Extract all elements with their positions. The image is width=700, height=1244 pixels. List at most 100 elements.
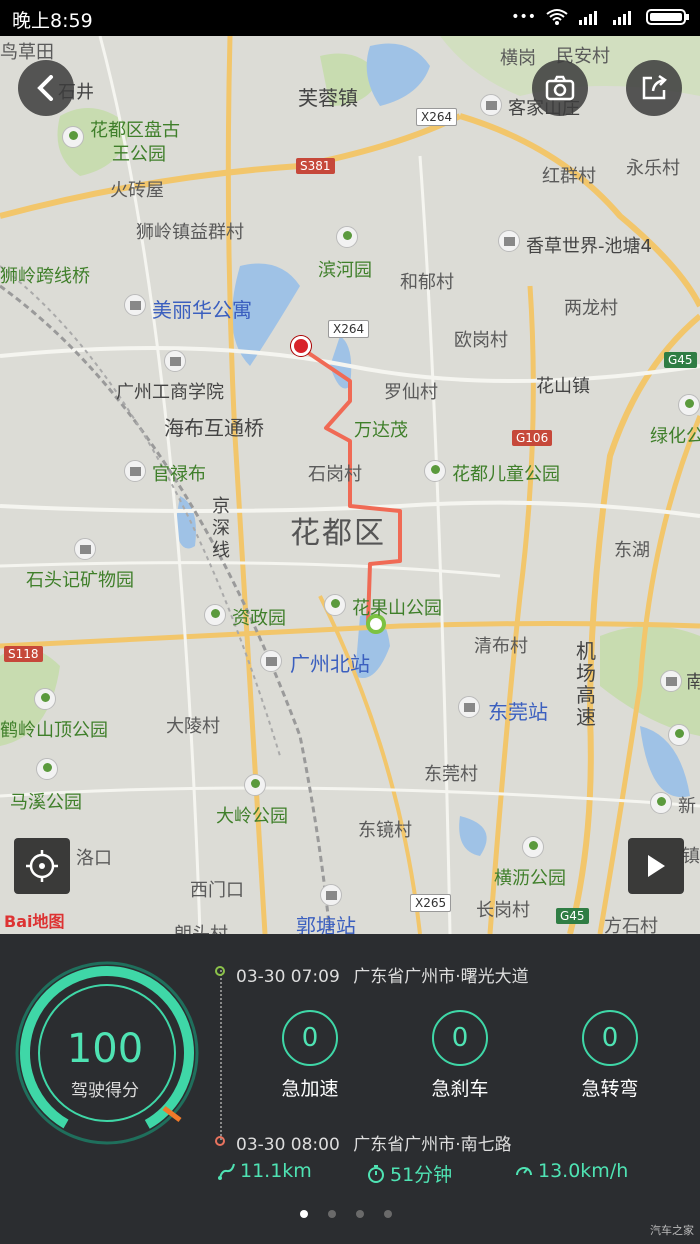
school-icon — [164, 350, 186, 372]
trip-end: 03-30 08:00 广东省广州市·南七路 — [236, 1130, 512, 1155]
map-label: 美丽华公寓 — [152, 298, 252, 322]
map-label: 石头记矿物园 — [26, 570, 134, 591]
park-icon — [650, 792, 672, 814]
map-label: 芙蓉镇 — [298, 86, 358, 110]
duration-metric: 51分钟 — [366, 1160, 452, 1187]
share-icon — [642, 74, 667, 100]
hard-brake-label: 急刹车 — [431, 1078, 489, 1100]
watermark: 汽车之家 — [650, 1224, 694, 1237]
map-label: 鹤岭山顶公园 — [0, 720, 108, 741]
hotel-icon — [660, 670, 682, 692]
map-label: 东镜村 — [358, 820, 412, 841]
stopwatch-icon — [368, 1164, 384, 1183]
road-badge-g45-2: G45 — [556, 908, 589, 924]
park-icon — [244, 774, 266, 796]
page-dot[interactable] — [384, 1210, 392, 1218]
district-label: 花都区 — [290, 516, 386, 551]
map-label: 镇 — [682, 846, 700, 867]
map-label: 新 — [678, 796, 696, 817]
wifi-icon — [546, 9, 568, 25]
rapid-accel-count: 0 — [282, 1010, 338, 1066]
route-map[interactable]: X264 S381 X264 G45 G106 S118 X265 G45 鸟草… — [0, 36, 700, 934]
map-label: 方石村 — [604, 916, 658, 934]
building-icon — [124, 460, 146, 482]
driving-score: 100 — [66, 1026, 144, 1072]
map-label: 海布互通桥 — [164, 416, 264, 440]
map-label: 花果山公园 — [352, 598, 442, 619]
distance-value: 11.1km — [240, 1160, 312, 1182]
map-label: 和郁村 — [400, 272, 454, 293]
map-label: 石岗村 — [308, 464, 362, 485]
hard-brake-count: 0 — [432, 1010, 488, 1066]
building-icon — [498, 230, 520, 252]
rapid-accel-label: 急加速 — [281, 1078, 339, 1100]
map-label: 大陵村 — [166, 716, 220, 737]
map-label: 清布村 — [474, 636, 528, 657]
map-label: 长岗村 — [476, 900, 530, 921]
share-button[interactable] — [626, 60, 682, 116]
map-label: 狮岭跨线桥 — [0, 266, 90, 287]
map-label: 南 — [686, 672, 700, 693]
park-icon — [36, 758, 58, 780]
dots-icon: ••• — [511, 9, 536, 25]
speedometer-icon — [516, 1167, 532, 1176]
trip-end-place: 广东省广州市·南七路 — [353, 1135, 512, 1155]
park-icon — [204, 604, 226, 626]
map-label: 永乐村 — [626, 158, 680, 179]
trip-timeline — [220, 970, 222, 1140]
page-dot[interactable] — [328, 1210, 336, 1218]
camera-button[interactable] — [532, 60, 588, 116]
road-badge-x264-2: X264 — [328, 320, 370, 338]
page-indicator[interactable] — [300, 1210, 392, 1218]
back-icon — [37, 75, 53, 101]
camera-icon — [545, 75, 575, 101]
sharp-turn-stat: 0 急转弯 — [550, 1010, 670, 1101]
map-label: 狮岭镇益群村 — [136, 222, 244, 243]
avg-speed-value: 13.0km/h — [538, 1160, 629, 1182]
park-icon — [34, 688, 56, 710]
road-badge-g106: G106 — [512, 430, 553, 446]
road-badge-x265: X265 — [410, 894, 452, 912]
map-label: 广州北站 — [290, 652, 370, 676]
road-badge-s381: S381 — [296, 158, 335, 174]
map-label: 两龙村 — [564, 298, 618, 319]
map-label: 东湖 — [614, 540, 650, 561]
park-icon — [336, 226, 358, 248]
station-icon — [320, 884, 342, 906]
park-icon — [668, 724, 690, 746]
map-label: 火砖屋 — [110, 180, 164, 201]
page-dot[interactable] — [356, 1210, 364, 1218]
locate-button[interactable] — [14, 838, 70, 894]
map-label: 花都儿童公园 — [452, 464, 560, 485]
park-icon — [62, 126, 84, 148]
route-icon — [218, 1163, 235, 1180]
trip-start-place: 广东省广州市·曙光大道 — [353, 967, 529, 987]
play-button[interactable] — [628, 838, 684, 894]
map-label: 红群村 — [542, 166, 596, 187]
sharp-turn-label: 急转弯 — [581, 1078, 639, 1100]
map-label: 罗仙村 — [384, 382, 438, 403]
map-label: 洛口 — [76, 848, 112, 869]
map-label: 大岭公园 — [216, 806, 288, 827]
start-dot-icon — [215, 966, 225, 976]
map-label: 朗头村 — [174, 920, 228, 934]
map-label: 东莞村 — [424, 764, 478, 785]
map-label: 西门口 — [190, 880, 244, 901]
trip-summary-panel: 100 驾驶得分 03-30 07:09 广东省广州市·曙光大道 03-30 0… — [0, 934, 700, 1244]
status-bar: 晚上8:59 ••• — [0, 0, 700, 36]
signal-icon-2 — [613, 11, 631, 25]
map-label: 东莞站 — [488, 700, 548, 724]
road-badge-g45: G45 — [664, 352, 697, 368]
speed-metric: 13.0km/h — [514, 1160, 628, 1182]
play-icon — [648, 855, 665, 877]
status-time: 晚上8:59 — [12, 10, 93, 32]
back-button[interactable] — [18, 60, 74, 116]
sharp-turn-count: 0 — [582, 1010, 638, 1066]
station-icon — [260, 650, 282, 672]
map-label: 欧岗村 — [454, 330, 508, 351]
map-label: 横岗 — [500, 48, 536, 69]
page-dot[interactable] — [300, 1210, 308, 1218]
map-label: 滨河园 — [318, 260, 372, 281]
building-icon — [480, 94, 502, 116]
building-icon — [74, 538, 96, 560]
